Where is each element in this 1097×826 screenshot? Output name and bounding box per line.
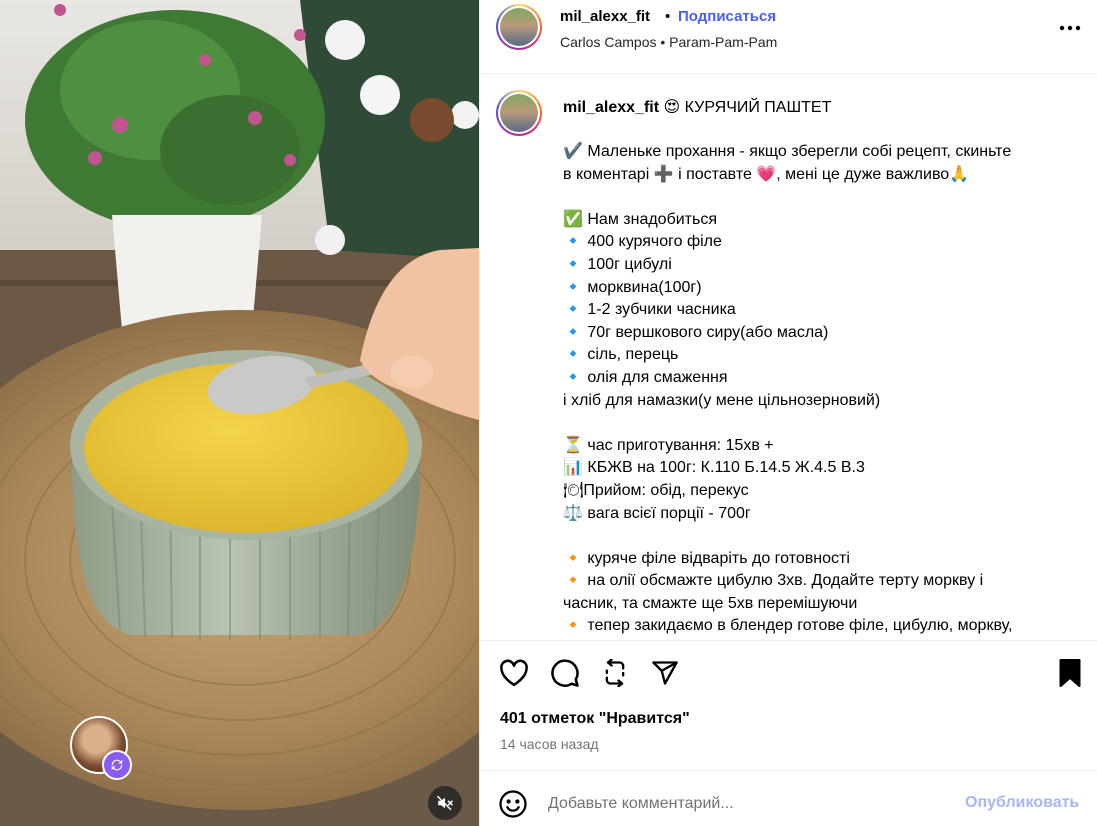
caption-author-avatar[interactable]: [496, 90, 542, 136]
heart-icon[interactable]: [496, 655, 532, 691]
caption-title: КУРЯЧИЙ ПАШТЕТ: [684, 99, 832, 116]
share-icon[interactable]: [647, 655, 683, 691]
caption-line: 🔹 олія для смаження: [563, 368, 728, 386]
caption-area: mil_alexx_fit 😍 КУРЯЧИЙ ПАШТЕТ ✔️ Малень…: [480, 74, 1097, 640]
caption-line: 🔸 тепер закидаємо в блендер готове філе,…: [563, 617, 1013, 635]
caption-line: ⚖️ вага всієї порції - 700г: [563, 504, 751, 522]
speaker-muted-icon[interactable]: [428, 786, 462, 820]
caption-line: 🔹 70г вершкового сиру(або масла): [563, 323, 829, 341]
post-comment-button[interactable]: Опубликовать: [965, 794, 1079, 812]
caption-header: mil_alexx_fit 😍 КУРЯЧИЙ ПАШТЕТ: [563, 97, 831, 117]
post-timestamp[interactable]: 14 часов назад: [500, 736, 599, 752]
caption-line: 🔸 на олії обсмажте цибулю 3хв. Додайте т…: [563, 572, 984, 590]
caption-line: 📊 КБЖВ на 100г: К.110 Б.14.5 Ж.4.5 В.3: [563, 459, 865, 477]
emoji-icon[interactable]: [498, 789, 528, 819]
caption-gap: [563, 412, 1063, 435]
caption-line: часник, та смажте ще 5хв перемішуючи: [563, 594, 858, 612]
comment-icon[interactable]: [547, 655, 583, 691]
caption-line: 🍽Прийом: обід, перекус: [563, 481, 749, 499]
more-options-icon[interactable]: [1056, 16, 1084, 40]
caption-line: ⏳ час приготування: 15хв +: [563, 436, 774, 454]
comment-bar: Опубликовать: [480, 770, 1097, 826]
caption-line: ✔️ Маленьке прохання - якщо зберегли соб…: [563, 143, 1012, 160]
caption-line: ✅ Нам знадобиться: [563, 210, 717, 228]
post-actions: 401 отметок "Нравится" 14 часов назад: [480, 640, 1097, 770]
post-header: mil_alexx_fit • Подписаться Carlos Campo…: [480, 0, 1097, 74]
header-separator: •: [665, 8, 671, 25]
follow-button[interactable]: Подписаться: [678, 8, 776, 25]
post-photo: [0, 0, 479, 810]
caption-line: і хліб для намазки(у мене цільнозерновий…: [563, 391, 881, 409]
caption-head-emoji: 😍: [663, 99, 681, 116]
caption-line: 🔹 400 курячого філе: [563, 233, 722, 251]
caption-text: ✔️ Маленьке прохання - якщо зберегли соб…: [563, 141, 1063, 638]
author-username[interactable]: mil_alexx_fit: [560, 8, 650, 25]
remix-icon[interactable]: [102, 750, 132, 780]
audio-attribution[interactable]: Carlos Campos • Param-Pam-Pam: [560, 34, 777, 50]
caption-gap: [563, 525, 1063, 548]
author-avatar[interactable]: [496, 4, 542, 50]
bookmark-icon[interactable]: [1052, 655, 1088, 691]
caption-line: 🔹 сіль, перець: [563, 346, 679, 364]
caption-line: 🔹 1-2 зубчики часника: [563, 301, 736, 319]
caption-line: в коментарі ➕ і поставте 💗, мені це дуже…: [563, 165, 970, 183]
caption-line: 🔸 куряче філе відваріть до готовності: [563, 549, 850, 567]
repost-icon[interactable]: [597, 655, 633, 691]
comment-input[interactable]: [548, 789, 948, 819]
post-media[interactable]: [0, 0, 479, 826]
caption-gap: [563, 186, 1063, 209]
likes-count[interactable]: 401 отметок "Нравится": [500, 710, 690, 728]
post-details-panel: mil_alexx_fit • Подписаться Carlos Campo…: [479, 0, 1097, 826]
caption-line: 🔹 морквина(100г): [563, 278, 702, 296]
caption-author-username[interactable]: mil_alexx_fit: [563, 99, 659, 116]
caption-line: 🔹 100г цибулі: [563, 255, 672, 273]
